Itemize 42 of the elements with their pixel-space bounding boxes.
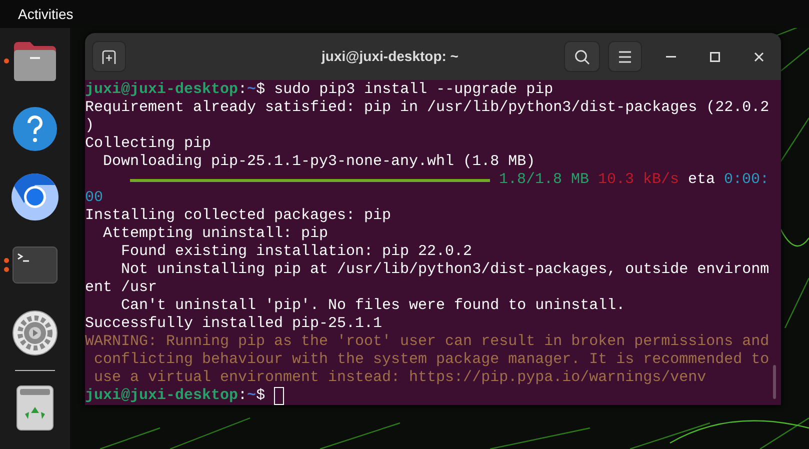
minimize-icon (666, 56, 676, 58)
search-icon (574, 48, 590, 64)
output-text: Collecting pip (85, 135, 212, 153)
command-text: $ (256, 387, 266, 405)
download-speed: 10.3 kB/s (598, 171, 680, 189)
output-text: Can't uninstall 'pip'. No files were found to uninstall. (120, 297, 626, 315)
output-text: : (238, 81, 248, 99)
running-indicator (4, 58, 9, 64)
warning-text: use a virtual environment instead: https://pip.pypa.io/warnings/venv (93, 369, 706, 387)
menu-icon (618, 50, 632, 62)
output-text: Not uninstalling pip at /usr/lib/python3/dist-packages, outside environm (120, 261, 770, 279)
eta-time: 0:00: (724, 171, 770, 189)
prompt-path: ~ (247, 81, 256, 99)
prompt-user-host: juxi@juxi-desktop (85, 387, 238, 405)
search-button[interactable] (564, 41, 600, 72)
new-tab-button[interactable] (92, 41, 126, 72)
maximize-icon (710, 52, 720, 62)
prompt-path: ~ (247, 387, 256, 405)
download-size: 1.8/1.8 MB (499, 171, 590, 189)
menu-button[interactable] (608, 41, 642, 72)
output-text: : (238, 387, 248, 405)
running-indicator (4, 258, 9, 272)
output-text: Requirement already satisfied: pip in /usr/lib/python3/dist-packages (22.0.2 (85, 99, 770, 117)
warning-text: conflicting behaviour with the system package manager. It is recommended to (93, 351, 770, 369)
activities-button[interactable]: Activities (18, 4, 74, 24)
output-text: eta (688, 171, 716, 189)
window-title: juxi@juxi-desktop: ~ (320, 47, 460, 66)
output-text: Downloading pip-25.1.1-py3-none-any.whl (1.8 MB) (102, 153, 536, 171)
output-text: Found existing installation: pip 22.0.2 (120, 243, 472, 261)
output-text: Successfully installed pip-25.1.1 (85, 315, 382, 333)
output-text: ent /usr (85, 279, 158, 297)
scrollbar-thumb[interactable] (773, 365, 776, 399)
output-text: ) (85, 117, 94, 135)
eta-time: 00 (85, 189, 104, 207)
warning-text: WARNING: Running pip as the 'root' user can result in broken permissions and (85, 333, 770, 351)
prompt-user-host: juxi@juxi-desktop (85, 81, 238, 99)
output-text: Attempting uninstall: pip (102, 225, 328, 243)
new-tab-icon (101, 48, 117, 64)
command-text: $ sudo pip3 install --upgrade pip (256, 81, 554, 99)
output-text: Installing collected packages: pip (85, 207, 392, 225)
text-cursor (274, 387, 284, 405)
close-icon (754, 52, 764, 62)
